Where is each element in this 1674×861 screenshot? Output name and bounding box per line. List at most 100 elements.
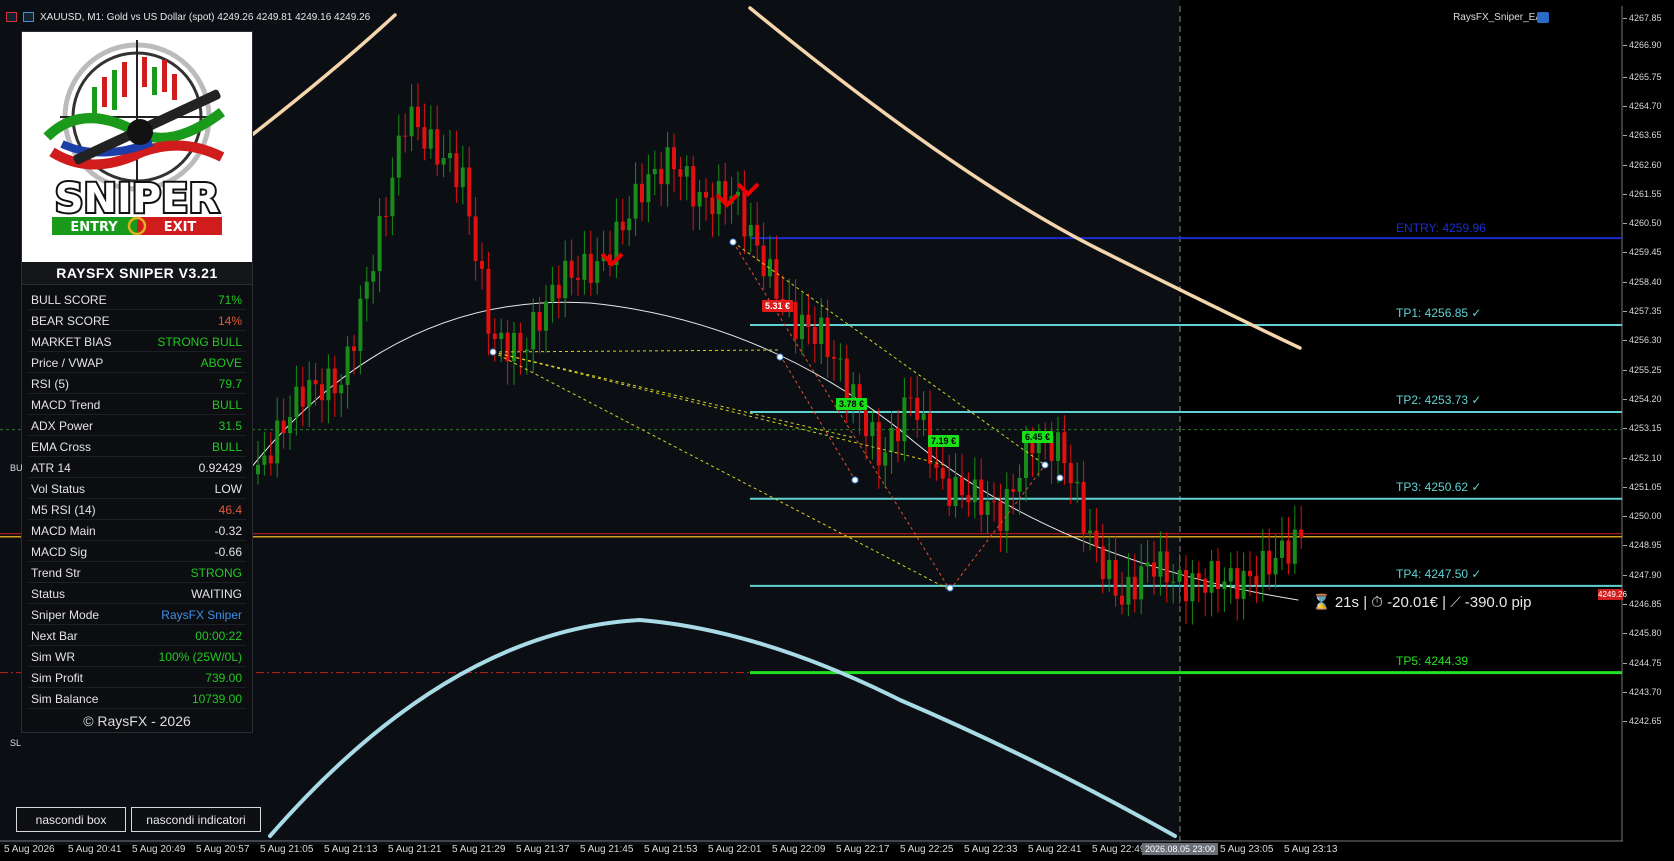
candle-body [1107,560,1112,580]
candle-body [1164,551,1169,583]
candle-body [883,452,888,466]
panel-row-value: 31.5 [218,419,242,433]
panel-row-label: Price / VWAP [31,356,104,370]
candle-body [640,183,644,203]
price-tick: 4248.95 [1623,540,1674,550]
panel-row-label: Status [31,587,66,601]
price-tick-label: 4265.75 [1629,71,1662,82]
candle-body [908,397,913,399]
chart-future-area [1180,0,1623,845]
candle-body [1209,560,1214,593]
panel-row-value: LOW [214,482,242,496]
candle-body [1094,530,1099,547]
candle-body [390,177,395,217]
panel-row-label: BULL SCORE [31,293,107,307]
candle-body [480,261,484,269]
chart-grid-icon[interactable] [23,12,34,22]
candle-body [1120,595,1124,605]
candle-body [761,245,766,277]
candle-body [1299,529,1304,537]
entry-level-label: ENTRY: 4259.96 [1396,221,1486,236]
candle-body [332,368,337,394]
candle-body [275,420,280,464]
price-tick-label: 4266.90 [1629,39,1662,50]
candle-body [972,479,977,503]
panel-row-label: MACD Trend [31,398,101,412]
price-tick-label: 4257.35 [1629,306,1662,316]
panel-row: Price / VWAP ABOVE [28,353,246,373]
panel-row-label: Vol Status [31,482,86,496]
candle-body [902,397,907,442]
price-tick: 4244.75 [1623,658,1674,668]
trade-marker-icon [489,348,497,356]
tp-level-label: TP1: 4256.85 ✓ [1396,305,1482,320]
candle-body [774,259,779,299]
price-tick-label: 4250.00 [1629,511,1662,522]
price-tick-label: 4259.45 [1629,247,1662,258]
candle-body [268,455,273,464]
panel-row-value: -0.32 [214,524,242,538]
price-tick-label: 4246.85 [1629,599,1662,609]
candle-body [422,127,427,149]
panel-row-value: 00:00:22 [195,629,242,643]
candle-body [320,384,324,401]
candle-body [896,427,900,442]
candle-body [966,495,971,503]
panel-row: MACD Main -0.32 [28,521,246,541]
candle-body [876,422,881,466]
candle-body [1190,573,1195,602]
candle-body [825,317,830,357]
price-axis[interactable]: 4267.85 4266.90 4265.75 4264.70 4263.65 4262.… [1623,0,1674,845]
candle-body [819,317,824,345]
candle-body [1158,551,1163,577]
panel-row-label: Trend Str [31,566,81,580]
panel-row-label: Sniper Mode [31,608,100,622]
candle-body [409,106,414,137]
price-tick: 4247.90 [1623,570,1674,580]
bu-label: BU [10,463,23,473]
panel-row-value: WAITING [191,587,242,601]
price-tick-label: 4264.70 [1629,100,1662,111]
price-tick: 4262.60 [1623,160,1674,170]
symbol-info: XAUUSD, M1: Gold vs US Dollar (spot) 424… [40,11,371,23]
tp-level-label: TP4: 4247.50 ✓ [1396,566,1482,581]
sniper-logo-icon: SNIPER ENTRY EXIT [43,40,226,236]
candle-body [364,281,369,299]
price-tick-label: 4244.75 [1629,657,1662,668]
price-tick: 4263.65 [1623,130,1674,140]
candle-body [288,417,292,434]
candle-body [992,501,996,503]
candle-body [1260,550,1265,585]
panel-row-label: EMA Cross [31,440,92,454]
ea-hat-icon[interactable] [1537,12,1549,23]
price-tick: 4255.25 [1623,365,1674,375]
candle-body [979,479,984,515]
time-tick-label: 5 Aug 22:17 [836,844,890,855]
candle-body [1228,568,1233,582]
price-tick-label: 4256.30 [1629,335,1662,346]
price-tick: 4245.80 [1623,628,1674,638]
candle-body [633,183,638,219]
time-axis[interactable]: 5 Aug 2026 5 Aug 20:41 5 Aug 20:49 5 Aug 20… [0,841,1623,861]
panel-row: ADX Power 31.5 [28,416,246,436]
panel-row-label: ADX Power [31,419,94,433]
hide-indicators-button[interactable]: nascondi indicatori [131,807,261,832]
panel-row-label: MACD Main [31,524,96,538]
panel-row-label: ATR 14 [31,461,71,475]
chart-menu-icon[interactable] [6,12,17,22]
panel-row: MACD Trend BULL [28,395,246,415]
candle-body [1267,550,1272,575]
candle-body [1100,546,1105,580]
candle-body [1024,437,1028,478]
candle-body [518,332,523,352]
candle-body [1017,477,1022,492]
candle-body [960,476,964,496]
candle-body [620,221,625,231]
chart-header: XAUUSD, M1: Gold vs US Dollar (spot) 424… [0,8,1620,26]
candle-body [300,386,305,407]
candle-body [556,284,561,299]
hide-box-button[interactable]: nascondi box [16,807,126,832]
panel-row-label: Sim Balance [31,692,99,706]
panel-row-label: RSI (5) [31,377,70,391]
candle-body [1088,530,1092,534]
